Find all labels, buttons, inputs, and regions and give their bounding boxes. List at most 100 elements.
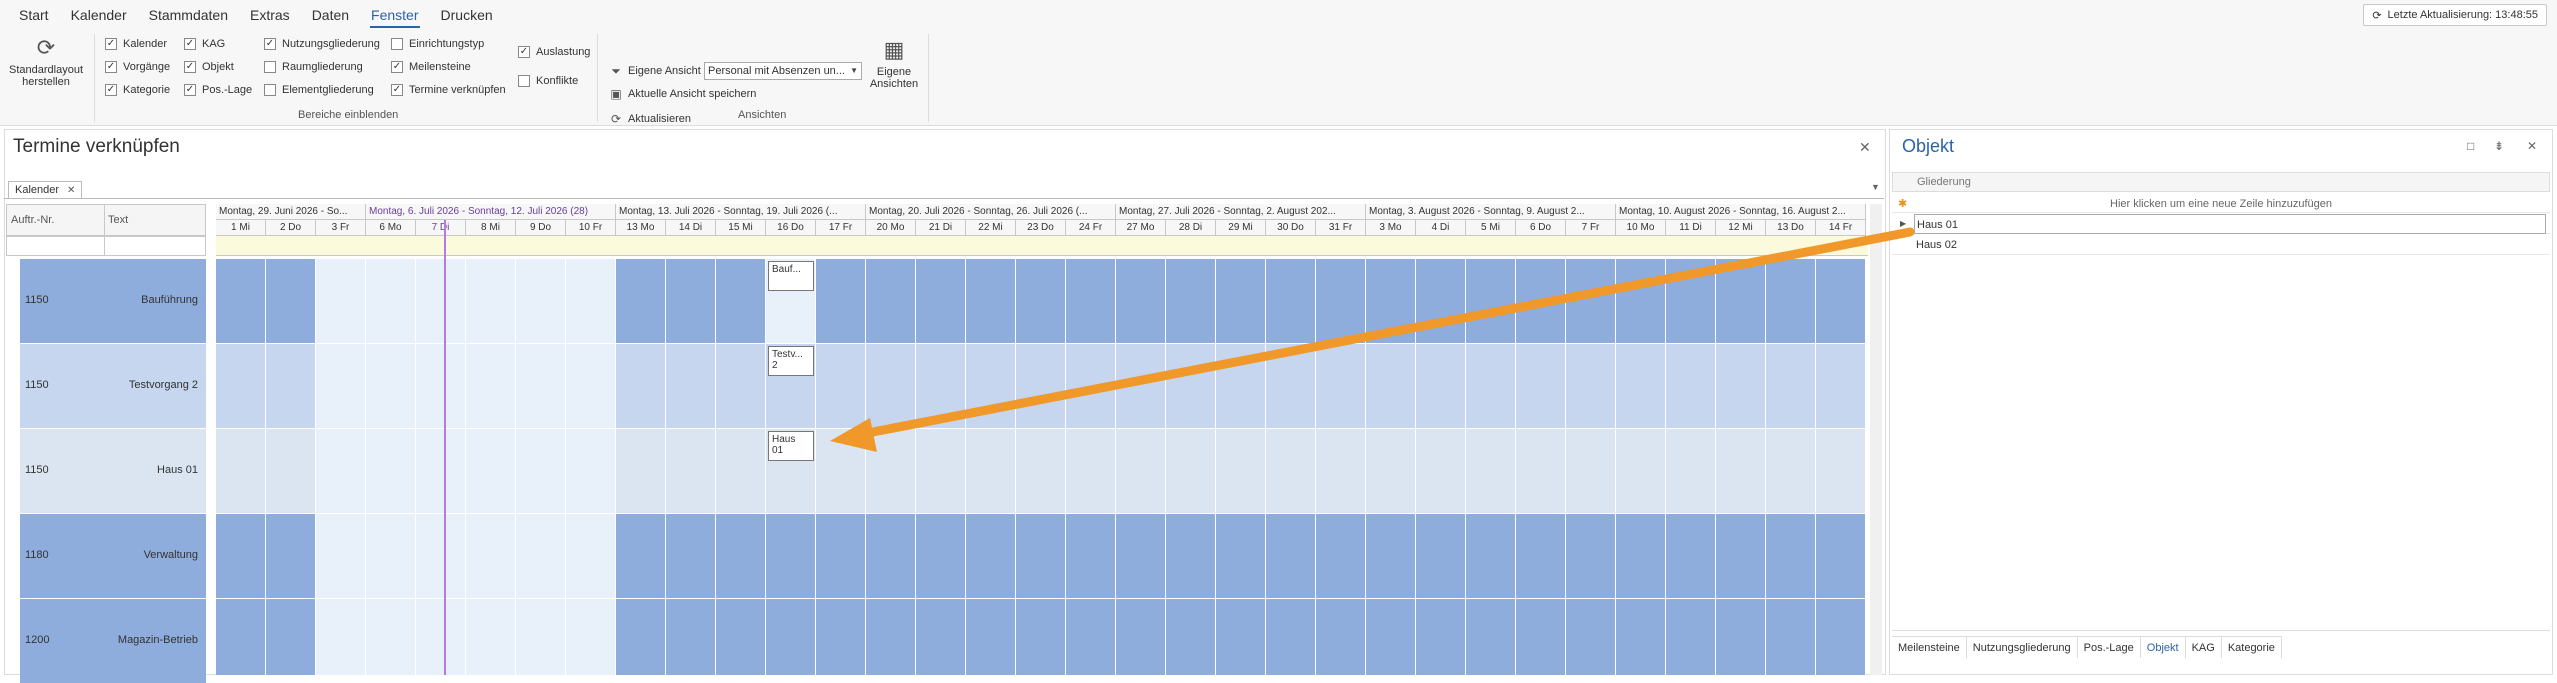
calendar-cell[interactable] — [1316, 429, 1366, 514]
calendar-cell[interactable] — [1316, 599, 1366, 675]
table-row[interactable]: 1200 Magazin-Betrieb — [20, 599, 206, 683]
calendar-cell[interactable] — [1066, 429, 1116, 514]
calendar-cell[interactable] — [1816, 429, 1866, 514]
calendar-cell[interactable] — [1216, 259, 1266, 344]
check-auslastung[interactable]: ✓ Auslastung — [518, 44, 590, 60]
calendar-cell[interactable] — [216, 344, 266, 429]
calendar-cell[interactable] — [216, 599, 266, 675]
calendar-cell[interactable] — [1416, 259, 1466, 344]
task-box[interactable]: Testv... 2 — [768, 346, 814, 376]
calendar-cell[interactable] — [1466, 429, 1516, 514]
calendar-cell[interactable] — [1566, 429, 1616, 514]
check-nutzungsgliederung[interactable]: ✓ Nutzungsgliederung — [264, 36, 380, 52]
column-header-auftrag[interactable]: Auftr.-Nr. — [11, 214, 54, 226]
calendar-cell[interactable] — [216, 259, 266, 344]
eigene-ansichten-button[interactable]: ▦ Eigene Ansichten — [866, 38, 922, 91]
calendar-cell[interactable] — [416, 429, 466, 514]
calendar-cell[interactable] — [416, 599, 466, 675]
calendar-cell[interactable] — [1366, 259, 1416, 344]
calendar-cell[interactable] — [366, 599, 416, 675]
calendar-cell[interactable] — [316, 429, 366, 514]
menu-tab-kalender[interactable]: Kalender — [60, 0, 138, 30]
calendar-cell[interactable] — [616, 429, 666, 514]
vertical-scrollbar[interactable] — [1870, 204, 1882, 675]
calendar-cell[interactable] — [1566, 514, 1616, 599]
calendar-cell[interactable] — [466, 344, 516, 429]
calendar-cell[interactable] — [1116, 514, 1166, 599]
calendar-cell[interactable] — [1266, 599, 1316, 675]
calendar-cell[interactable] — [1316, 344, 1366, 429]
calendar-cell[interactable] — [616, 259, 666, 344]
calendar-cell[interactable] — [566, 599, 616, 675]
calendar-cell[interactable] — [1216, 344, 1266, 429]
last-update-button[interactable]: ⟳ Letzte Aktualisierung: 13:48:55 — [2363, 4, 2547, 26]
check-termine-verknuepfen[interactable]: ✓ Termine verknüpfen — [391, 82, 506, 98]
calendar-cell[interactable] — [966, 514, 1016, 599]
calendar-cell[interactable] — [1316, 259, 1366, 344]
calendar-cell[interactable] — [766, 599, 816, 675]
calendar-cell[interactable] — [716, 344, 766, 429]
calendar-cell[interactable] — [666, 429, 716, 514]
calendar-cell[interactable] — [1766, 599, 1816, 675]
menu-tab-extras[interactable]: Extras — [239, 0, 301, 30]
calendar-cell[interactable] — [516, 344, 566, 429]
tab-kalender[interactable]: Kalender ✕ — [8, 181, 83, 199]
table-row[interactable]: 1150 Haus 01 — [20, 429, 206, 513]
left-filter-row[interactable] — [6, 236, 206, 256]
calendar-cell[interactable] — [1166, 514, 1216, 599]
table-row[interactable]: 1180 Verwaltung — [20, 514, 206, 598]
calendar-cell[interactable] — [1216, 429, 1266, 514]
calendar-cell[interactable] — [866, 429, 916, 514]
calendar-cell[interactable] — [816, 429, 866, 514]
calendar-cell[interactable] — [1266, 344, 1316, 429]
calendar-cell[interactable] — [1516, 514, 1566, 599]
menu-tab-fenster[interactable]: Fenster — [360, 0, 429, 30]
calendar-cell[interactable] — [816, 259, 866, 344]
calendar-cell[interactable] — [1466, 344, 1516, 429]
calendar-cell[interactable] — [1066, 514, 1116, 599]
calendar-cell[interactable] — [1016, 259, 1066, 344]
calendar-cell[interactable] — [1616, 599, 1666, 675]
calendar-cell[interactable] — [1266, 514, 1316, 599]
calendar-cell[interactable] — [1116, 259, 1166, 344]
calendar-cell[interactable] — [316, 599, 366, 675]
calendar-cell[interactable] — [1616, 344, 1666, 429]
check-kategorie[interactable]: ✓ Kategorie — [105, 82, 170, 98]
calendar-cell[interactable] — [1616, 259, 1666, 344]
close-icon[interactable]: ✕ — [1859, 139, 1871, 156]
calendar-cell[interactable] — [1816, 599, 1866, 675]
calendar-cell[interactable] — [516, 259, 566, 344]
calendar-cell[interactable] — [866, 599, 916, 675]
menu-tab-stammdaten[interactable]: Stammdaten — [138, 0, 239, 30]
calendar-cell[interactable] — [1466, 599, 1516, 675]
task-box[interactable]: Haus 01 — [768, 431, 814, 461]
calendar-cell[interactable] — [1366, 429, 1416, 514]
calendar-cell[interactable] — [1816, 344, 1866, 429]
check-vorgaenge[interactable]: ✓ Vorgänge — [105, 59, 170, 75]
calendar-cell[interactable] — [1716, 344, 1766, 429]
calendar-cell[interactable] — [1566, 344, 1616, 429]
check-meilensteine[interactable]: ✓ Meilensteine — [391, 59, 471, 75]
calendar-cell[interactable] — [1766, 344, 1816, 429]
calendar-cell[interactable] — [666, 259, 716, 344]
calendar-cell[interactable] — [366, 429, 416, 514]
calendar-cell[interactable] — [816, 599, 866, 675]
calendar-cell[interactable] — [1416, 514, 1466, 599]
calendar-cell[interactable] — [1166, 429, 1216, 514]
calendar-cell[interactable] — [1066, 599, 1116, 675]
calendar-cell[interactable] — [1566, 259, 1616, 344]
calendar-cell[interactable] — [1116, 599, 1166, 675]
new-row-hint[interactable]: ✱ Hier klicken um eine neue Zeile hinzuzu… — [1892, 195, 2550, 213]
calendar-cell[interactable] — [716, 259, 766, 344]
calendar-cell[interactable] — [1116, 344, 1166, 429]
calendar-cell[interactable] — [666, 344, 716, 429]
calendar-cell[interactable] — [1066, 259, 1116, 344]
calendar-cell[interactable] — [766, 514, 816, 599]
tab-meilensteine[interactable]: Meilensteine — [1892, 637, 1967, 658]
calendar-cell[interactable] — [316, 514, 366, 599]
calendar-cell[interactable] — [1616, 514, 1666, 599]
standard-layout-button[interactable]: ⟳ Standardlayout herstellen — [6, 36, 86, 89]
calendar-cell[interactable] — [1716, 514, 1766, 599]
tab-nutzungsgliederung[interactable]: Nutzungsgliederung — [1967, 637, 2078, 658]
calendar-cell[interactable] — [1066, 344, 1116, 429]
